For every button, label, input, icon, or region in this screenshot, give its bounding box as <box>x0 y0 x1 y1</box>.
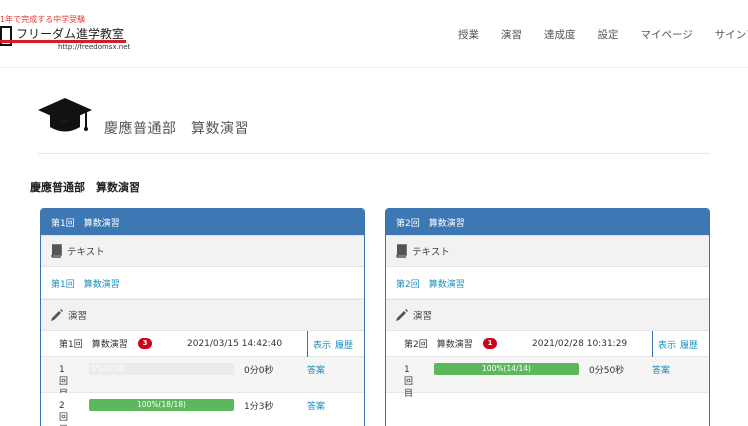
history-link[interactable]: 履歴 <box>335 338 353 351</box>
page-header: 慶應普通部 算数演習 <box>38 96 710 154</box>
attempt-row: 2回目 100%(18/18) 1分3秒 答案 <box>41 393 364 426</box>
attempt-count-badge: 3 <box>138 338 152 349</box>
exercise-header-row: 第2回 算数演習 1 2021/02/28 10:31:29 表示 履歴 <box>386 331 709 357</box>
text-link-row: 第2回 算数演習 <box>386 267 709 299</box>
nav-settings[interactable]: 設定 <box>598 27 619 42</box>
text-section-label: テキスト <box>412 247 450 258</box>
main-nav: 授業 演習 達成度 設定 マイページ サインアウト <box>458 27 748 42</box>
section-title: 慶應普通部 算数演習 <box>30 181 140 194</box>
text-link-row: 第1回 算数演習 <box>41 267 364 299</box>
attempt-time: 0分50秒 <box>589 366 625 376</box>
exercise-actions: 表示 履歴 <box>307 331 357 357</box>
exercise-header-row: 第1回 算数演習 3 2021/03/15 14:42:40 表示 履歴 <box>41 331 364 357</box>
nav-lessons[interactable]: 授業 <box>458 27 479 42</box>
text-section-label: テキスト <box>67 247 105 258</box>
progress-label: 0%(0/18) <box>91 364 126 373</box>
logo-tagline: 1年で完成する中学受験 <box>0 15 86 24</box>
attempt-count-badge: 1 <box>483 338 497 349</box>
book-icon <box>396 244 407 258</box>
exercise-title: 第1回 算数演習 <box>59 340 128 350</box>
history-link[interactable]: 履歴 <box>680 338 698 351</box>
text-link[interactable]: 第2回 算数演習 <box>396 280 465 290</box>
text-section-header: テキスト <box>386 235 709 267</box>
attempt-number: 1回目 <box>404 365 414 399</box>
answer-link[interactable]: 答案 <box>307 363 325 376</box>
exercise-datetime: 2021/03/15 14:42:40 <box>187 338 283 349</box>
nav-achievement[interactable]: 達成度 <box>544 27 576 42</box>
logo-mark <box>0 26 12 46</box>
nav-mypage[interactable]: マイページ <box>641 27 693 42</box>
lesson-panel-2: 第2回 算数演習 テキスト 第2回 算数演習 演習 第2回 算数演習 1 202… <box>385 208 710 426</box>
pencil-icon <box>396 309 408 321</box>
lesson-panel-1: 第1回 算数演習 テキスト 第1回 算数演習 演習 第1回 算数演習 3 202… <box>40 208 365 426</box>
display-link[interactable]: 表示 <box>658 338 676 351</box>
logo-url: http://freedomsx.net <box>58 43 131 51</box>
progress-label: 100%(18/18) <box>137 400 186 409</box>
exercise-title: 第2回 算数演習 <box>404 340 473 350</box>
nav-exercises[interactable]: 演習 <box>501 27 522 42</box>
display-link[interactable]: 表示 <box>313 338 331 351</box>
nav-signout[interactable]: サインアウト <box>715 27 748 42</box>
pencil-icon <box>51 309 63 321</box>
text-section-header: テキスト <box>41 235 364 267</box>
attempt-number: 2回目 <box>59 401 69 426</box>
attempt-row: 1回目 0%(0/18) 0分0秒 答案 <box>41 357 364 399</box>
exercise-section-header: 演習 <box>41 299 364 331</box>
progress-label: 100%(14/14) <box>482 364 531 373</box>
site-logo[interactable]: 1年で完成する中学受験 フリーダム進学教室 http://freedomsx.n… <box>0 14 140 54</box>
attempt-time: 0分0秒 <box>244 366 274 376</box>
progress-bar: 100%(18/18) <box>89 399 234 411</box>
exercise-section-label: 演習 <box>68 311 88 322</box>
graduation-cap-icon <box>38 98 92 132</box>
navbar: 1年で完成する中学受験 フリーダム進学教室 http://freedomsx.n… <box>0 0 748 68</box>
panel-header: 第1回 算数演習 <box>41 209 364 235</box>
progress-bar: 0%(0/18) <box>89 363 234 375</box>
answer-link[interactable]: 答案 <box>652 363 670 376</box>
panel-header: 第2回 算数演習 <box>386 209 709 235</box>
answer-link[interactable]: 答案 <box>307 399 325 412</box>
page-title: 慶應普通部 算数演習 <box>104 121 249 137</box>
exercise-section-header: 演習 <box>386 299 709 331</box>
attempt-time: 1分3秒 <box>244 402 274 412</box>
exercise-section-label: 演習 <box>413 311 433 322</box>
book-icon <box>51 244 62 258</box>
attempt-row: 1回目 100%(14/14) 0分50秒 答案 <box>386 357 709 399</box>
progress-bar: 100%(14/14) <box>434 363 579 375</box>
exercise-actions: 表示 履歴 <box>652 331 702 357</box>
exercise-datetime: 2021/02/28 10:31:29 <box>532 338 628 349</box>
text-link[interactable]: 第1回 算数演習 <box>51 280 120 290</box>
